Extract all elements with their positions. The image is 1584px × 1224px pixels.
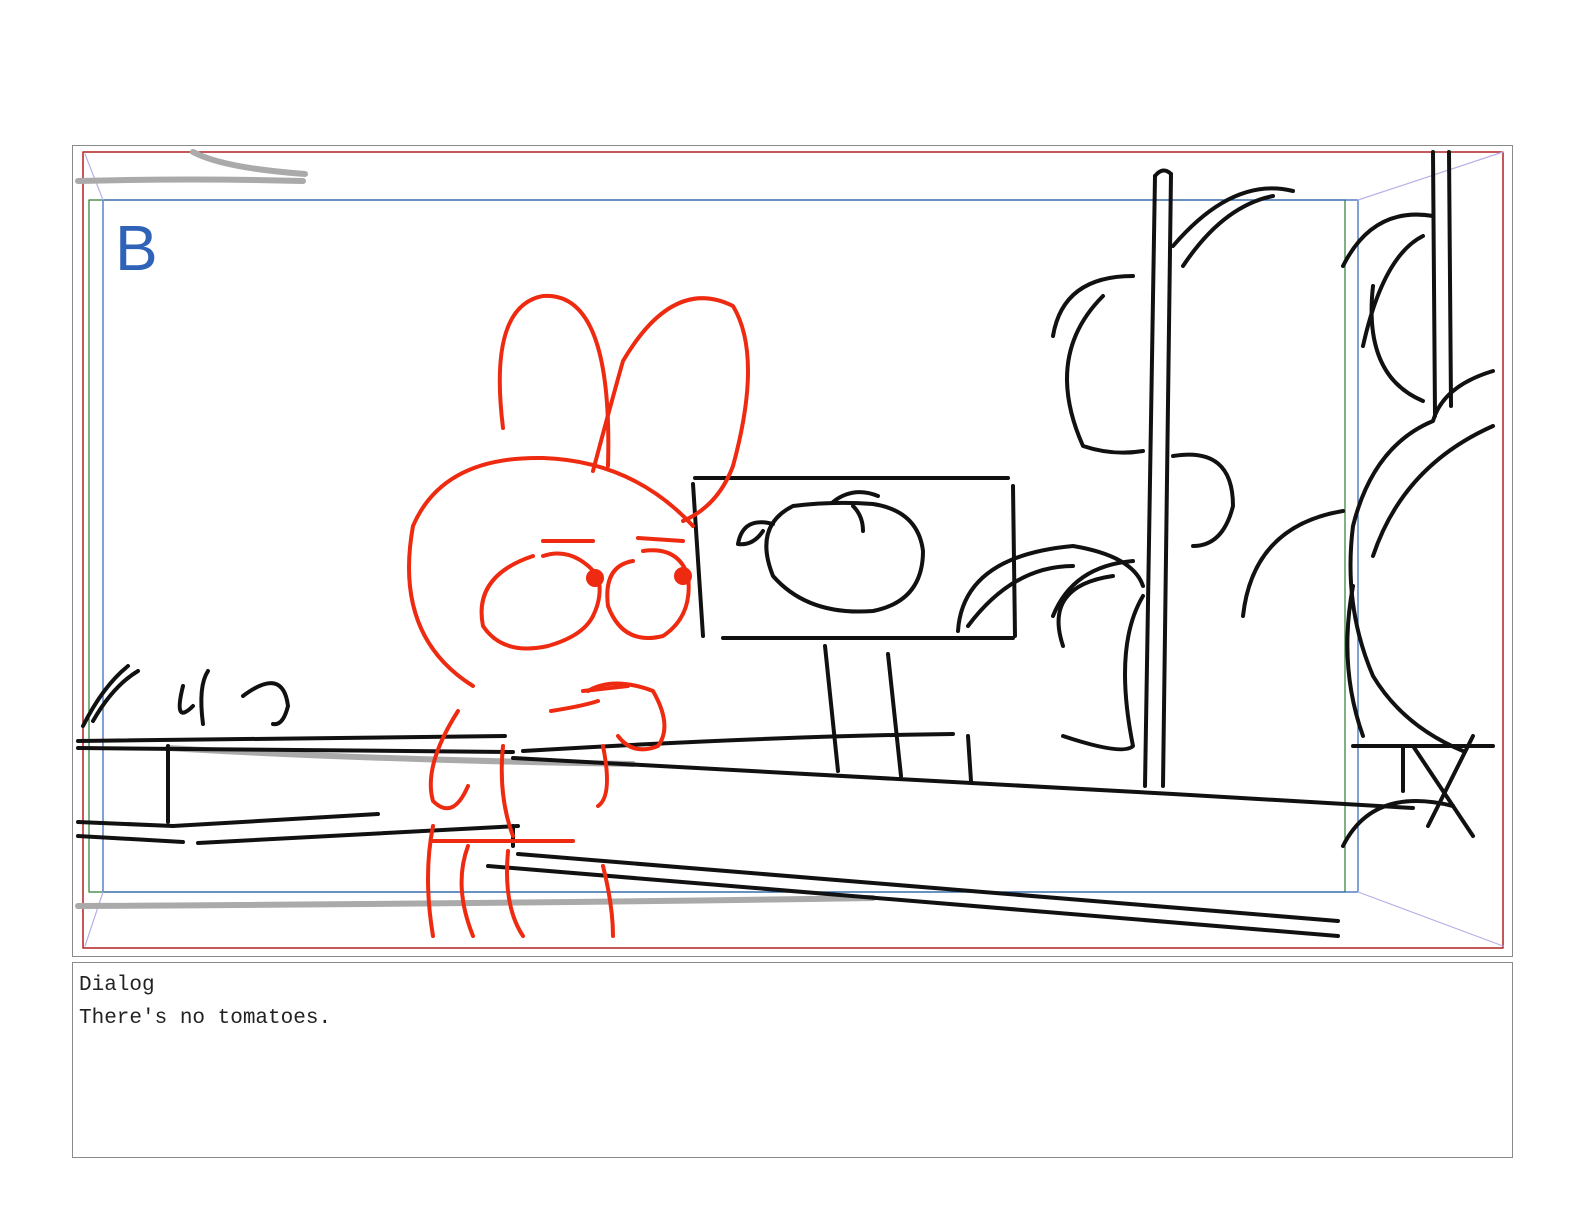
safe-frame-inner <box>88 199 1346 893</box>
bunny-character-sketch <box>407 293 750 938</box>
safe-frame-outer <box>82 151 1504 949</box>
panel-letter: B <box>115 212 158 284</box>
dialog-text[interactable]: There's no tomatoes. <box>79 1002 1506 1035</box>
panel-sketch <box>75 149 1504 949</box>
background-sketch <box>76 150 1495 938</box>
dialog-label: Dialog <box>79 974 155 997</box>
storyboard-panel: B <box>72 145 1513 957</box>
camera-move-guides <box>84 151 1504 947</box>
rough-guide-lines <box>75 149 876 909</box>
dialog-box: Dialog There's no tomatoes. <box>72 962 1513 1158</box>
